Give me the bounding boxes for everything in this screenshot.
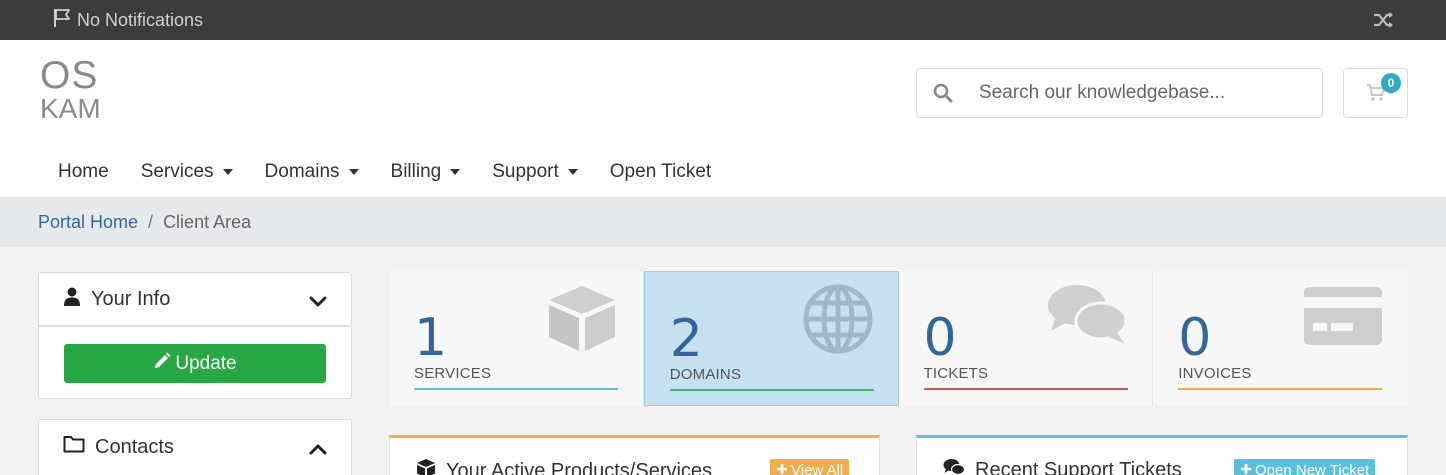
nav-open-ticket-label: Open Ticket: [609, 161, 712, 182]
update-button[interactable]: Update: [64, 344, 326, 383]
nav-support-label: Support: [492, 161, 559, 182]
active-products-title-text: Your Active Products/Services: [446, 459, 713, 475]
domains-label: DOMAINS: [669, 366, 742, 383]
nav-support[interactable]: Support: [476, 161, 594, 183]
search-input[interactable]: [979, 82, 1319, 104]
cube-icon: [546, 283, 618, 358]
stats-tiles: 1 SERVICES 2 DOMAINS 0 TICKETS 0 INVOICE…: [389, 271, 1408, 406]
plus-icon: [776, 462, 788, 475]
nav-billing[interactable]: Billing: [375, 161, 477, 183]
recent-tickets-title-text: Recent Support Tickets: [975, 458, 1182, 475]
nav-domains[interactable]: Domains: [249, 161, 375, 183]
breadcrumb: Portal Home / Client Area: [0, 197, 1446, 247]
breadcrumb-current: Client Area: [163, 211, 252, 232]
services-label: SERVICES: [414, 365, 492, 382]
caret-down-icon: [450, 169, 461, 175]
tickets-label: TICKETS: [923, 365, 989, 382]
nav-services-label: Services: [140, 161, 214, 182]
logo-line-1: OS: [40, 54, 99, 97]
open-new-ticket-label: Open New Ticket: [1255, 461, 1370, 475]
update-button-label: Update: [175, 352, 237, 374]
header: OS KAM 0 Home Services Domains Billing S…: [0, 40, 1446, 197]
view-all-button[interactable]: View All: [770, 459, 850, 475]
invoices-count: 0: [1178, 308, 1212, 368]
folder-icon: [63, 435, 85, 459]
tile-tickets[interactable]: 0 TICKETS: [898, 271, 1154, 406]
credit-card-icon: [1303, 283, 1383, 352]
shuffle-icon[interactable]: [1372, 10, 1394, 30]
domains-count: 2: [669, 309, 703, 369]
nav-billing-label: Billing: [390, 161, 442, 182]
breadcrumb-separator: /: [148, 211, 154, 232]
logo[interactable]: OS KAM: [40, 54, 120, 124]
view-all-label: View All: [791, 461, 844, 475]
contacts-header[interactable]: Contacts: [39, 420, 351, 474]
tile-invoices[interactable]: 0 INVOICES: [1153, 271, 1408, 406]
comments-icon: [1047, 283, 1128, 350]
comments-icon: [943, 458, 966, 475]
services-count: 1: [414, 308, 448, 368]
chevron-up-icon[interactable]: [309, 438, 327, 461]
domains-bar: [669, 389, 874, 391]
your-info-title: Your Info: [91, 287, 171, 310]
plus-icon: [1240, 462, 1252, 475]
logo-line-2: KAM: [40, 93, 101, 124]
contacts-panel: Contacts: [38, 419, 352, 475]
nav-home-label: Home: [58, 161, 109, 182]
cart-count-badge: 0: [1381, 73, 1401, 93]
search-icon[interactable]: [917, 83, 969, 103]
active-products-card: Your Active Products/Services View All: [389, 435, 880, 475]
caret-down-icon: [348, 169, 359, 175]
knowledgebase-search: [916, 68, 1323, 118]
contacts-title: Contacts: [95, 435, 174, 458]
tickets-count: 0: [923, 308, 957, 368]
tile-domains[interactable]: 2 DOMAINS: [643, 271, 899, 406]
services-bar: [414, 388, 618, 390]
recent-tickets-card: Recent Support Tickets Open New Ticket: [916, 435, 1408, 475]
your-info-panel: Your Info Update: [38, 272, 352, 399]
open-new-ticket-button[interactable]: Open New Ticket: [1234, 459, 1376, 475]
top-bar: No Notifications: [0, 0, 1446, 40]
notifications-label: No Notifications: [77, 9, 204, 30]
breadcrumb-home-link[interactable]: Portal Home: [38, 212, 138, 233]
user-icon: [63, 287, 81, 312]
invoices-bar: [1178, 388, 1383, 390]
flag-icon: [53, 8, 73, 33]
tile-services[interactable]: 1 SERVICES: [389, 271, 644, 406]
notifications-link[interactable]: No Notifications: [53, 0, 203, 40]
cube-icon: [416, 458, 436, 475]
caret-down-icon: [222, 169, 233, 175]
nav-home[interactable]: Home: [42, 161, 125, 183]
nav-services[interactable]: Services: [125, 161, 249, 183]
cart-button[interactable]: 0: [1343, 68, 1408, 118]
globe-icon: [803, 284, 873, 359]
tickets-bar: [923, 388, 1128, 390]
nav-open-ticket[interactable]: Open Ticket: [594, 161, 727, 183]
active-products-title: Your Active Products/Services: [416, 458, 712, 475]
main-nav: Home Services Domains Billing Support Op…: [42, 148, 727, 196]
chevron-down-icon[interactable]: [309, 291, 327, 314]
nav-domains-label: Domains: [264, 161, 340, 182]
recent-tickets-title: Recent Support Tickets: [943, 458, 1182, 475]
caret-down-icon: [567, 169, 578, 175]
invoices-label: INVOICES: [1178, 365, 1252, 382]
pencil-icon: [153, 352, 171, 376]
your-info-header[interactable]: Your Info: [39, 273, 351, 327]
